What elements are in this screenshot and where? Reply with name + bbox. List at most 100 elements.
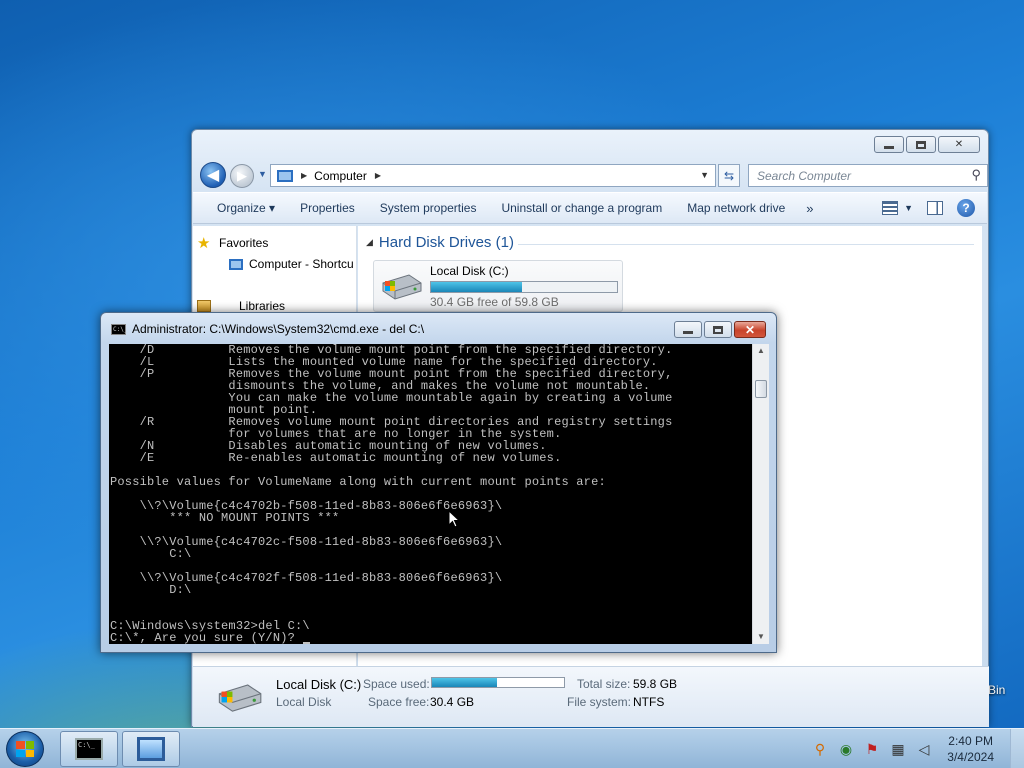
console-line: Possible values for VolumeName along wit…	[110, 475, 606, 489]
properties-button[interactable]: Properties	[290, 201, 370, 215]
breadcrumb-chevron-icon[interactable]: ▶	[375, 171, 381, 180]
back-button[interactable]: ◀	[200, 162, 226, 188]
space-free-label: Space free:	[368, 695, 430, 709]
more-commands-button[interactable]: »	[800, 201, 833, 216]
group-divider	[518, 244, 974, 245]
computer-icon	[137, 737, 165, 761]
cmd-window-controls: ✕	[674, 321, 766, 338]
minimize-button[interactable]	[874, 136, 904, 153]
file-system-value: NTFS	[633, 695, 665, 709]
clock-date: 3/4/2024	[947, 750, 994, 764]
close-icon: ✕	[744, 322, 756, 337]
refresh-icon: ⇆	[723, 168, 735, 183]
navigation-bar: ◀ ▶ ▼ ▶ Computer ▶ ▼ ⇆ Search Computer ⚲	[200, 161, 988, 189]
volume-muted-icon[interactable]: ◁	[916, 741, 932, 757]
group-title: Hard Disk Drives (1)	[378, 234, 514, 251]
search-tray-icon[interactable]: ⚲	[812, 741, 828, 757]
console-line: \\?\Volume{c4c4702c-f508-11ed-8b83-806e6…	[110, 535, 503, 549]
breadcrumb-separator-icon[interactable]: ▶	[301, 171, 307, 180]
maximize-button[interactable]	[906, 136, 936, 153]
cmd-icon: C:\_	[75, 738, 103, 760]
forward-arrow-icon: ▶	[237, 168, 247, 183]
organize-menu[interactable]: Organize ▾	[207, 201, 290, 215]
start-button[interactable]	[6, 731, 44, 767]
uninstall-program-button[interactable]: Uninstall or change a program	[491, 201, 677, 215]
hard-drive-icon	[382, 274, 422, 300]
group-header[interactable]: ◢ Hard Disk Drives (1)	[366, 234, 514, 251]
nav-item-favorites[interactable]: ★ Favorites	[197, 235, 269, 252]
details-drive-name: Local Disk (C:)	[276, 677, 362, 692]
taskbar-explorer-button[interactable]	[122, 731, 180, 767]
space-used-bar	[431, 677, 565, 688]
nav-item-libraries[interactable]: Libraries	[197, 299, 286, 313]
space-free-value: 30.4 GB	[430, 695, 475, 709]
help-icon[interactable]: ?	[957, 199, 975, 217]
cmd-window: C:\_ Administrator: C:\Windows\System32\…	[100, 312, 777, 653]
taskbar-cmd-button[interactable]: C:\_	[60, 731, 118, 767]
show-desktop-button[interactable]	[1010, 729, 1024, 768]
recent-pages-dropdown[interactable]: ▼	[258, 169, 267, 179]
scroll-down-icon[interactable]: ▼	[753, 630, 769, 644]
system-clock[interactable]: 2:40 PM 3/4/2024	[947, 733, 994, 765]
address-bar[interactable]: ▶ Computer ▶ ▼	[270, 164, 716, 187]
view-dropdown-icon[interactable]: ▼	[904, 203, 913, 213]
console-output[interactable]: /D Removes the volume mount point from t…	[109, 344, 752, 644]
console-line: D:\	[110, 583, 192, 597]
total-size-label: Total size:	[577, 677, 631, 691]
collapse-triangle-icon[interactable]: ◢	[366, 237, 373, 248]
cmd-icon: C:\_	[111, 323, 128, 335]
clock-time: 2:40 PM	[948, 734, 993, 748]
forward-button[interactable]: ▶	[230, 164, 254, 188]
taskbar: C:\_ ⚲ ◉ ⚑ ▦ ◁ 2:40 PM 3/4/2024	[0, 728, 1024, 768]
preview-pane-icon[interactable]	[927, 201, 943, 215]
search-input[interactable]: Search Computer ⚲	[748, 164, 988, 187]
details-drive-type: Local Disk	[276, 695, 332, 709]
windows-logo-icon	[16, 741, 34, 757]
libraries-icon	[197, 300, 211, 312]
cmd-close-button[interactable]: ✕	[734, 321, 766, 338]
cmd-title-bar[interactable]: C:\_ Administrator: C:\Windows\System32\…	[111, 322, 424, 336]
nav-item-label: Computer - Shortcu	[249, 257, 354, 271]
network-globe-icon[interactable]: ◉	[838, 741, 854, 757]
computer-shortcut-icon	[229, 258, 243, 270]
maximize-icon	[713, 325, 723, 334]
explorer-window-controls: ✕	[874, 136, 980, 153]
search-icon[interactable]: ⚲	[971, 167, 981, 183]
space-used-fill	[432, 678, 497, 687]
recycle-bin-label[interactable]: Bin	[988, 683, 1005, 697]
hard-drive-icon	[218, 684, 262, 712]
back-arrow-icon: ◀	[206, 167, 220, 184]
action-center-flag-icon[interactable]: ⚑	[864, 741, 880, 757]
command-bar: Organize ▾ Properties System properties …	[193, 192, 987, 224]
refresh-button[interactable]: ⇆	[718, 164, 740, 187]
drive-item-c[interactable]: Local Disk (C:) 30.4 GB free of 59.8 GB	[373, 260, 623, 312]
network-icon[interactable]: ▦	[890, 741, 906, 757]
star-icon: ★	[197, 235, 211, 252]
nav-item-computer-shortcut[interactable]: Computer - Shortcu	[229, 257, 354, 271]
map-network-drive-button[interactable]: Map network drive	[677, 201, 800, 215]
view-controls: ▼ ?	[882, 199, 975, 217]
scroll-thumb[interactable]	[755, 380, 767, 398]
close-button[interactable]: ✕	[938, 136, 980, 153]
nav-item-label: Libraries	[239, 299, 286, 313]
console-line: \\?\Volume{c4c4702f-f508-11ed-8b83-806e6…	[110, 571, 503, 585]
cmd-maximize-button[interactable]	[704, 321, 732, 338]
text-cursor	[303, 642, 311, 644]
system-properties-button[interactable]: System properties	[370, 201, 492, 215]
scroll-up-icon[interactable]: ▲	[753, 344, 769, 358]
minimize-icon	[683, 331, 693, 334]
console-scrollbar[interactable]: ▲ ▼	[752, 344, 769, 644]
computer-icon	[277, 169, 293, 182]
nav-item-label: Favorites	[219, 236, 269, 250]
cmd-minimize-button[interactable]	[674, 321, 702, 338]
notification-area: ⚲ ◉ ⚑ ▦ ◁	[812, 741, 932, 757]
maximize-icon	[916, 140, 926, 149]
console-line: /E Re-enables automatic mounting of new …	[110, 451, 562, 465]
mouse-cursor-icon	[448, 510, 460, 528]
console-line: C:\	[110, 547, 192, 561]
address-dropdown-icon[interactable]: ▼	[700, 170, 709, 180]
change-view-icon[interactable]	[882, 201, 899, 215]
close-icon: ✕	[954, 139, 964, 150]
breadcrumb-computer[interactable]: Computer	[314, 169, 367, 183]
